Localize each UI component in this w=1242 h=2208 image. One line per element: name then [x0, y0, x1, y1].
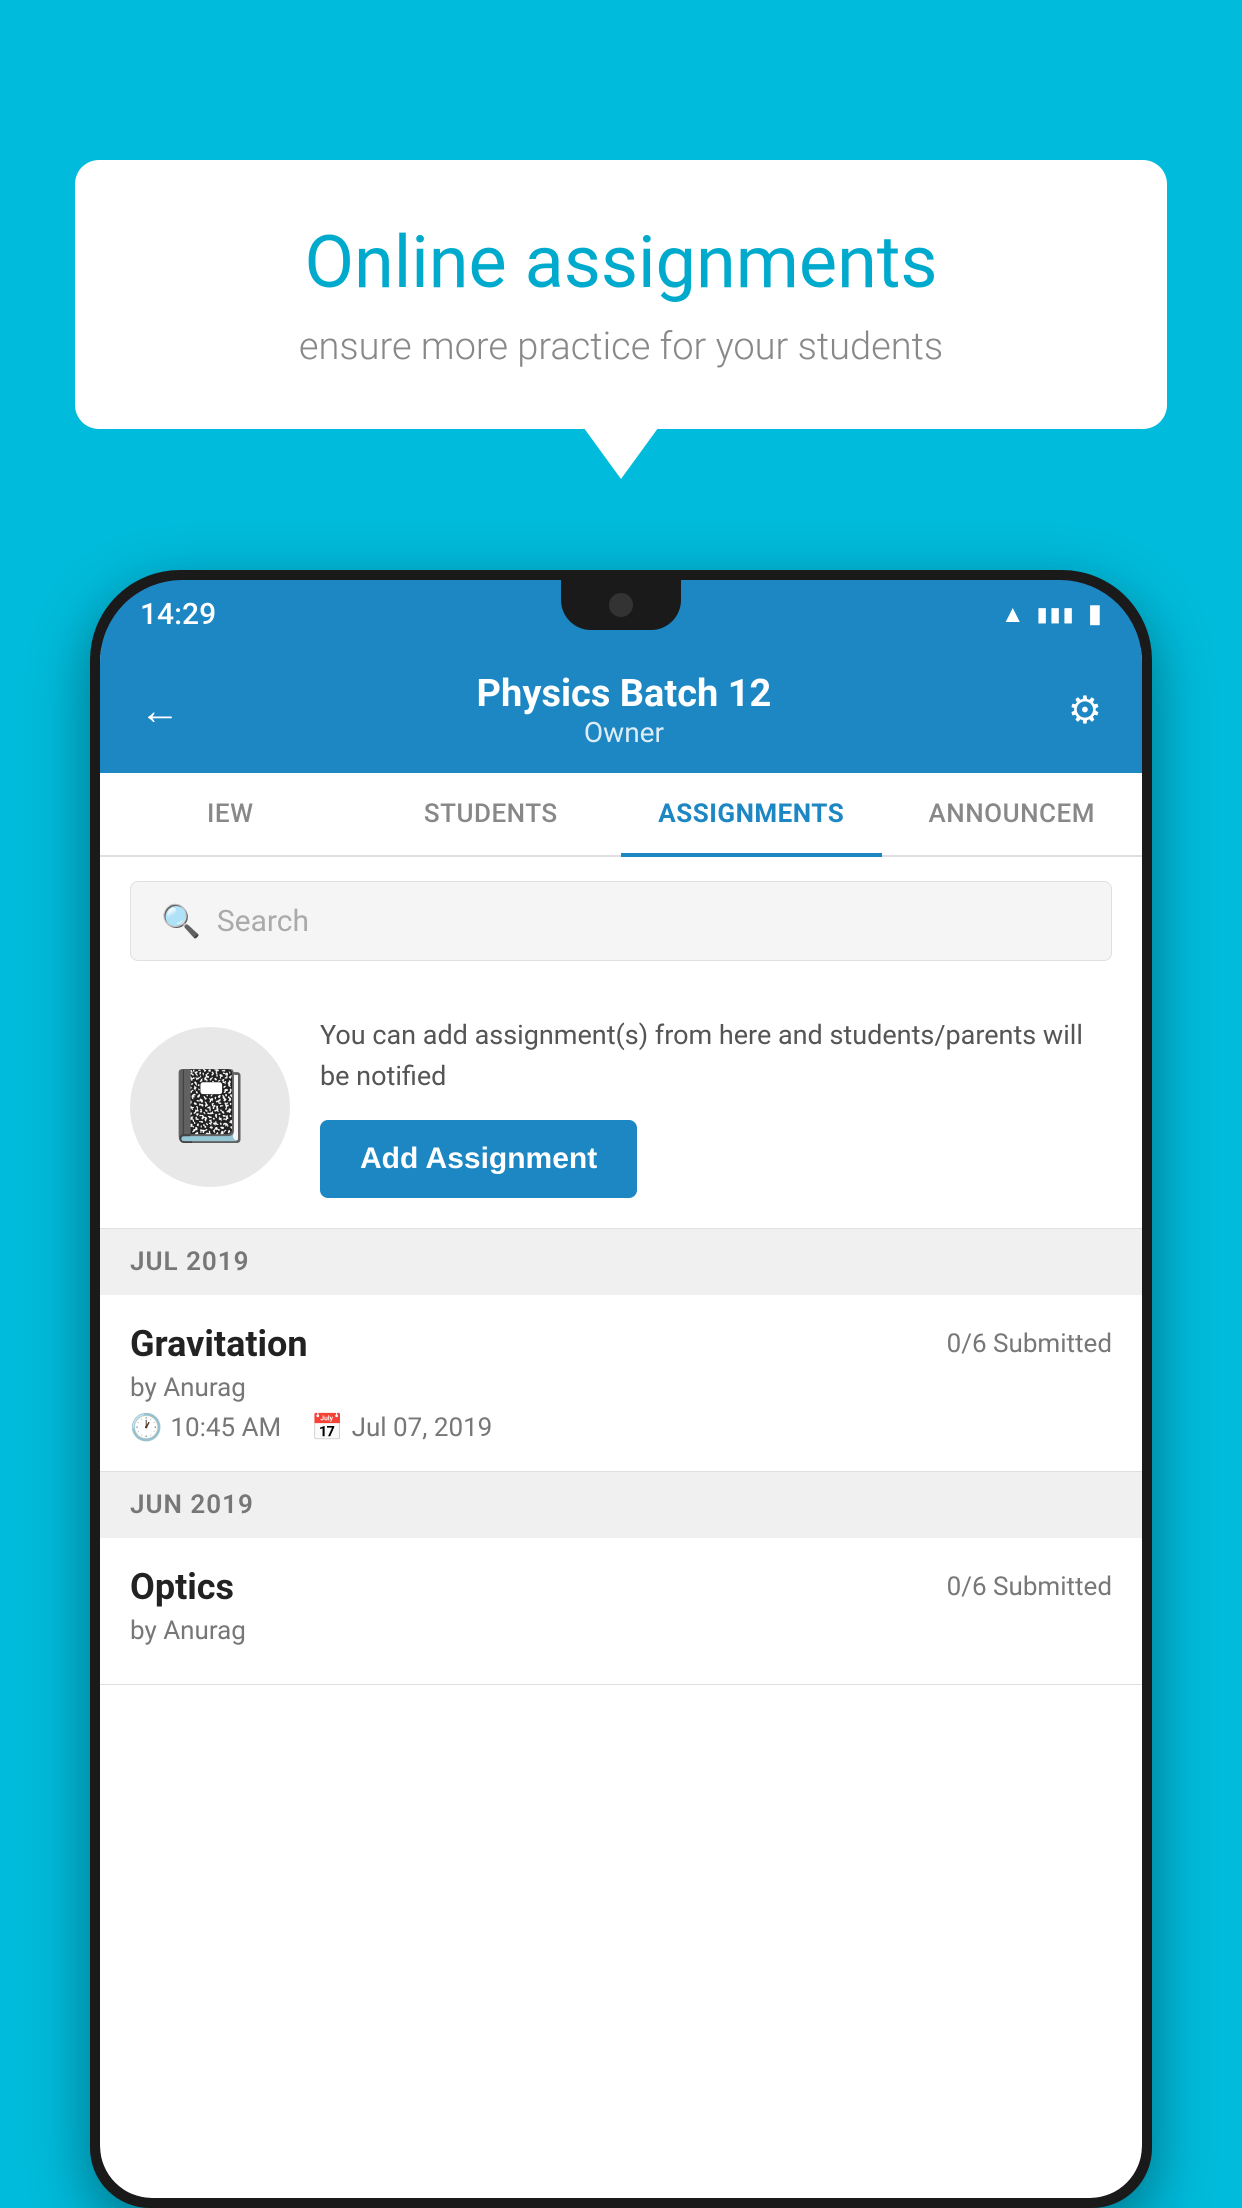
signal-bars-icon — [1037, 602, 1076, 626]
tabs-bar: IEW STUDENTS ASSIGNMENTS ANNOUNCEM — [100, 773, 1142, 857]
submitted-badge-optics: 0/6 Submitted — [947, 1572, 1112, 1602]
app-header: ← Physics Batch 12 Owner ⚙ — [100, 648, 1142, 773]
search-placeholder: Search — [217, 904, 309, 939]
notch — [561, 580, 681, 630]
speech-bubble-subtitle: ensure more practice for your students — [145, 325, 1097, 369]
search-bar: 🔍 Search — [100, 857, 1142, 985]
search-icon: 🔍 — [161, 902, 201, 940]
assignment-item-gravitation[interactable]: Gravitation 0/6 Submitted by Anurag 🕐 10… — [100, 1295, 1142, 1472]
section-header-jun: JUN 2019 — [100, 1472, 1142, 1538]
assignment-by-optics: by Anurag — [130, 1616, 1112, 1646]
back-button[interactable]: ← — [140, 687, 180, 734]
assignment-by-gravitation: by Anurag — [130, 1373, 1112, 1403]
promo-icon-circle: 📓 — [130, 1027, 290, 1187]
meta-date-gravitation: 📅 Jul 07, 2019 — [311, 1413, 492, 1443]
search-input-container[interactable]: 🔍 Search — [130, 881, 1112, 961]
tab-announcements[interactable]: ANNOUNCEM — [882, 773, 1143, 855]
promo-text: You can add assignment(s) from here and … — [320, 1015, 1112, 1096]
add-assignment-promo: 📓 You can add assignment(s) from here an… — [100, 985, 1142, 1229]
calendar-icon: 📅 — [311, 1413, 343, 1443]
assignment-meta-gravitation: 🕐 10:45 AM 📅 Jul 07, 2019 — [130, 1413, 1112, 1443]
status-time: 14:29 — [140, 597, 216, 632]
assignment-row1-optics: Optics 0/6 Submitted — [130, 1566, 1112, 1608]
assignment-item-optics[interactable]: Optics 0/6 Submitted by Anurag — [100, 1538, 1142, 1685]
speech-bubble-container: Online assignments ensure more practice … — [75, 160, 1167, 429]
submitted-badge-gravitation: 0/6 Submitted — [947, 1329, 1112, 1359]
notebook-icon: 📓 — [166, 1066, 253, 1148]
speech-bubble-title: Online assignments — [145, 220, 1097, 305]
add-assignment-button[interactable]: Add Assignment — [320, 1120, 637, 1198]
assignment-name-gravitation: Gravitation — [130, 1323, 308, 1365]
settings-button[interactable]: ⚙ — [1068, 688, 1102, 733]
tab-assignments[interactable]: ASSIGNMENTS — [621, 773, 882, 855]
assignment-name-optics: Optics — [130, 1566, 234, 1608]
battery-icon — [1088, 599, 1102, 629]
wifi-icon — [1001, 600, 1025, 629]
camera — [609, 593, 633, 617]
meta-time-gravitation: 🕐 10:45 AM — [130, 1413, 281, 1443]
status-icons — [1001, 599, 1102, 629]
assignment-time-gravitation: 10:45 AM — [170, 1413, 281, 1443]
phone-frame: 14:29 ← Physics Batch 12 Owner ⚙ — [90, 570, 1152, 2208]
assignment-date-gravitation: Jul 07, 2019 — [352, 1413, 493, 1443]
app-content: ← Physics Batch 12 Owner ⚙ IEW STUDENTS … — [100, 648, 1142, 2198]
header-center: Physics Batch 12 Owner — [477, 672, 772, 749]
assignment-row1: Gravitation 0/6 Submitted — [130, 1323, 1112, 1365]
header-subtitle: Owner — [477, 716, 772, 749]
header-title: Physics Batch 12 — [477, 672, 772, 716]
status-bar: 14:29 — [100, 580, 1142, 648]
section-header-jul: JUL 2019 — [100, 1229, 1142, 1295]
clock-icon: 🕐 — [130, 1413, 162, 1443]
speech-bubble: Online assignments ensure more practice … — [75, 160, 1167, 429]
tab-students[interactable]: STUDENTS — [361, 773, 622, 855]
phone-inner: 14:29 ← Physics Batch 12 Owner ⚙ — [100, 580, 1142, 2198]
tab-iew[interactable]: IEW — [100, 773, 361, 855]
promo-right: You can add assignment(s) from here and … — [320, 1015, 1112, 1198]
